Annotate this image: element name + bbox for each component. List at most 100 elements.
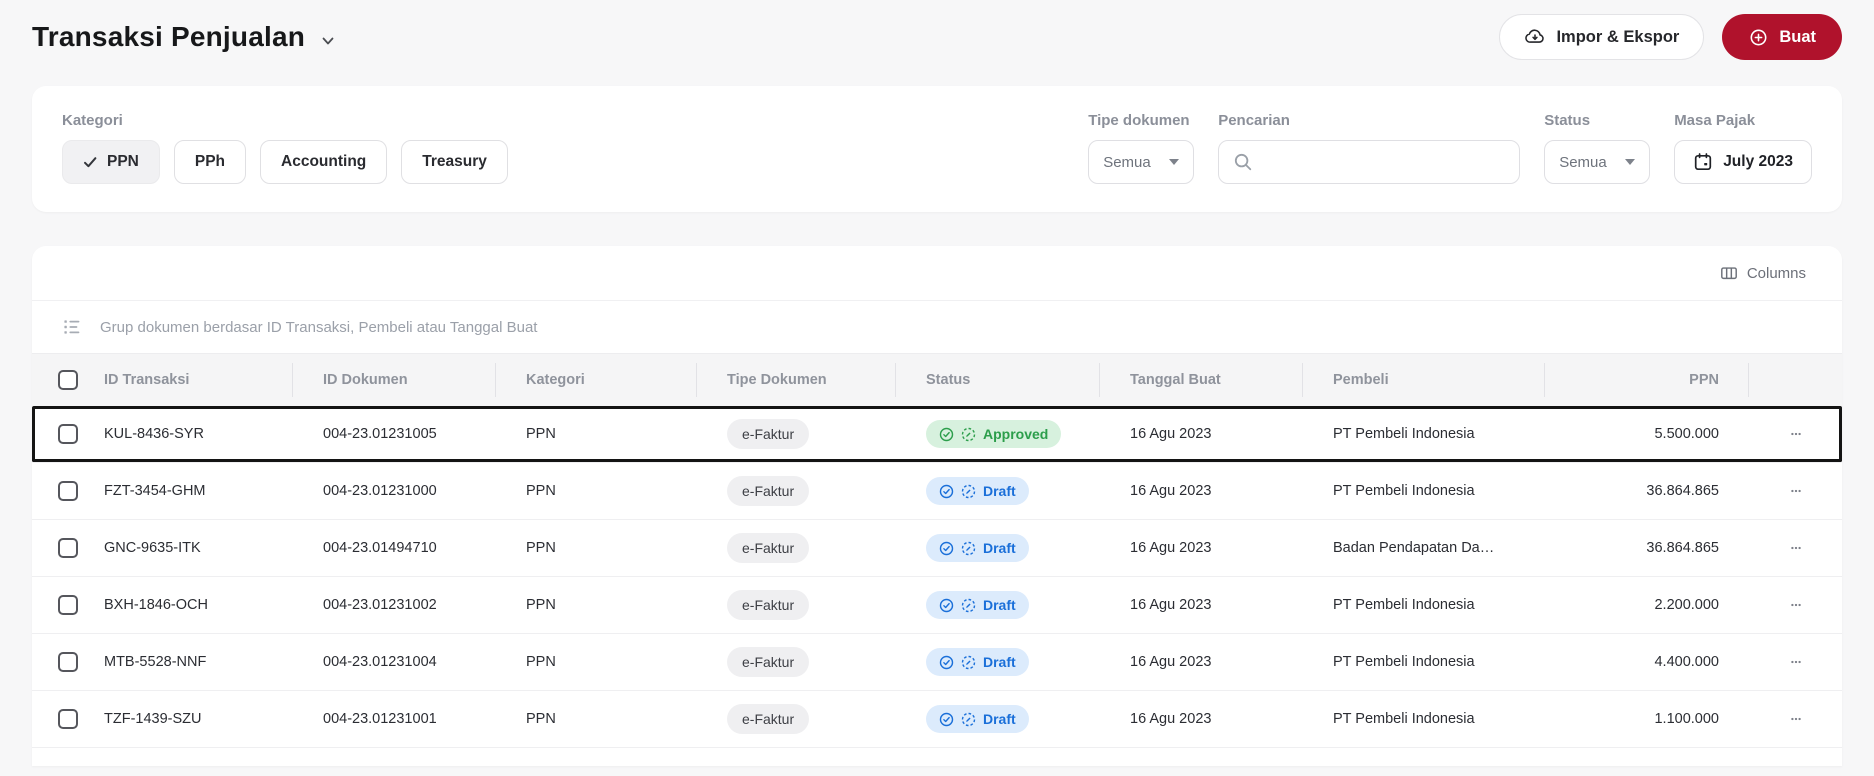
table-row[interactable]: BXH-1846-OCH 004-23.01231002 PPN e-Faktu…	[32, 577, 1842, 634]
cell-id-transaksi: MTB-5528-NNF	[104, 654, 207, 670]
table-header-row: ID Transaksi ID Dokumen Kategori Tipe Do…	[32, 354, 1842, 406]
kategori-chips: PPN PPh Accounting Treasury	[62, 140, 508, 184]
cell-status: Approved	[896, 420, 1100, 448]
masa-pajak-button[interactable]: July 2023	[1674, 140, 1812, 184]
masa-pajak-value: July 2023	[1723, 153, 1793, 170]
dashed-circle-pencil-icon	[961, 598, 976, 613]
doc-type-pill: e-Faktur	[727, 419, 810, 449]
cell-status: Draft	[896, 648, 1100, 676]
group-documents-bar[interactable]: Grup dokumen berdasar ID Transaksi, Pemb…	[32, 300, 1842, 354]
cell-id-dokumen: 004-23.01231004	[323, 654, 437, 670]
cell-status: Draft	[896, 705, 1100, 733]
table-row[interactable]: TZF-1439-SZU 004-23.01231001 PPN e-Faktu…	[32, 691, 1842, 748]
status-value: Semua	[1559, 153, 1607, 171]
row-checkbox[interactable]	[58, 709, 78, 729]
masa-pajak-filter-group: Masa Pajak July 2023	[1674, 112, 1812, 184]
cell-id-dokumen: 004-23.01231001	[323, 711, 437, 727]
select-all-checkbox[interactable]	[58, 370, 78, 390]
chip-treasury[interactable]: Treasury	[401, 140, 508, 184]
cell-id-transaksi: GNC-9635-ITK	[104, 540, 201, 556]
table-row[interactable]: FZT-3454-GHM 004-23.01231000 PPN e-Faktu…	[32, 463, 1842, 520]
cell-tipe-dokumen: e-Faktur	[697, 533, 896, 563]
chip-accounting[interactable]: Accounting	[260, 140, 388, 184]
cell-id-dokumen: 004-23.01494710	[323, 540, 437, 556]
create-button[interactable]: Buat	[1722, 14, 1842, 60]
status-badge-label: Approved	[983, 426, 1049, 442]
table-toolbar: Columns	[32, 246, 1842, 300]
chip-treasury-label: Treasury	[422, 153, 487, 170]
dashed-circle-pencil-icon	[961, 484, 976, 499]
header-status[interactable]: Status	[896, 354, 1100, 406]
chip-pph-label: PPh	[194, 153, 226, 170]
search-input[interactable]	[1263, 152, 1506, 172]
doc-type-pill: e-Faktur	[727, 476, 810, 506]
status-badge: Draft	[926, 534, 1029, 562]
status-badge-label: Draft	[983, 711, 1016, 727]
cell-ppn: 4.400.000	[1654, 654, 1719, 670]
cloud-download-icon	[1524, 26, 1546, 48]
header-kategori[interactable]: Kategori	[496, 354, 697, 406]
row-actions-button[interactable]	[1783, 535, 1809, 561]
top-bar: Transaksi Penjualan Impor & Ekspor Buat	[0, 0, 1874, 72]
columns-button[interactable]: Columns	[1714, 263, 1812, 283]
row-checkbox[interactable]	[58, 595, 78, 615]
table-row[interactable]: MTB-5528-NNF 004-23.01231004 PPN e-Faktu…	[32, 634, 1842, 691]
header-tanggal-buat[interactable]: Tanggal Buat	[1100, 354, 1303, 406]
row-checkbox[interactable]	[58, 424, 78, 444]
cell-tanggal-buat: 16 Agu 2023	[1130, 597, 1212, 613]
columns-icon	[1720, 264, 1738, 282]
row-actions-button[interactable]	[1783, 478, 1809, 504]
header-actions	[1749, 354, 1842, 406]
cell-pembeli: PT Pembeli Indonesia	[1333, 654, 1475, 670]
row-actions-button[interactable]	[1783, 592, 1809, 618]
doc-type-pill: e-Faktur	[727, 647, 810, 677]
table-row[interactable]: GNC-9635-ITK 004-23.01494710 PPN e-Faktu…	[32, 520, 1842, 577]
check-circle-icon	[939, 712, 954, 727]
cell-kategori: PPN	[526, 483, 556, 499]
row-actions-button[interactable]	[1783, 649, 1809, 675]
cell-tanggal-buat: 16 Agu 2023	[1130, 540, 1212, 556]
ellipsis-icon	[1787, 653, 1805, 671]
table-body: KUL-8436-SYR 004-23.01231005 PPN e-Faktu…	[32, 406, 1842, 748]
tipe-dokumen-label: Tipe dokumen	[1088, 112, 1190, 129]
dashed-circle-pencil-icon	[961, 427, 976, 442]
status-filter-group: Status Semua	[1544, 112, 1651, 184]
header-pembeli[interactable]: Pembeli	[1303, 354, 1545, 406]
chip-ppn[interactable]: PPN	[62, 140, 160, 184]
cell-id-transaksi: TZF-1439-SZU	[104, 711, 202, 727]
dashed-circle-pencil-icon	[961, 541, 976, 556]
header-tipe-dokumen[interactable]: Tipe Dokumen	[697, 354, 896, 406]
caret-down-icon	[1625, 159, 1636, 165]
row-checkbox[interactable]	[58, 652, 78, 672]
doc-type-pill: e-Faktur	[727, 533, 810, 563]
import-export-label: Impor & Ekspor	[1556, 27, 1680, 46]
plus-circle-icon	[1748, 27, 1769, 48]
status-select[interactable]: Semua	[1544, 140, 1651, 184]
row-actions-button[interactable]	[1783, 421, 1809, 447]
cell-kategori: PPN	[526, 597, 556, 613]
cell-tipe-dokumen: e-Faktur	[697, 704, 896, 734]
row-checkbox[interactable]	[58, 481, 78, 501]
cell-id-dokumen: 004-23.01231002	[323, 597, 437, 613]
chip-pph[interactable]: PPh	[173, 140, 247, 184]
header-ppn[interactable]: PPN	[1545, 354, 1749, 406]
calendar-icon	[1693, 152, 1713, 172]
cell-tanggal-buat: 16 Agu 2023	[1130, 654, 1212, 670]
cell-tanggal-buat: 16 Agu 2023	[1130, 711, 1212, 727]
row-actions-button[interactable]	[1783, 706, 1809, 732]
table-row[interactable]: KUL-8436-SYR 004-23.01231005 PPN e-Faktu…	[32, 406, 1842, 463]
tipe-dokumen-select[interactable]: Semua	[1088, 140, 1195, 184]
cell-kategori: PPN	[526, 540, 556, 556]
chevron-down-icon[interactable]	[319, 32, 337, 50]
header-id-dokumen[interactable]: ID Dokumen	[293, 354, 496, 406]
check-icon	[83, 156, 98, 169]
row-checkbox[interactable]	[58, 538, 78, 558]
status-badge: Draft	[926, 705, 1029, 733]
search-icon	[1233, 152, 1253, 172]
pencarian-label: Pencarian	[1218, 112, 1290, 129]
chip-ppn-label: PPN	[107, 153, 139, 170]
filters-right: Tipe dokumen Semua Pencarian Status Semu…	[1088, 112, 1812, 184]
import-export-button[interactable]: Impor & Ekspor	[1499, 14, 1705, 60]
header-id-transaksi[interactable]: ID Transaksi	[94, 354, 293, 406]
cell-ppn: 1.100.000	[1654, 711, 1719, 727]
